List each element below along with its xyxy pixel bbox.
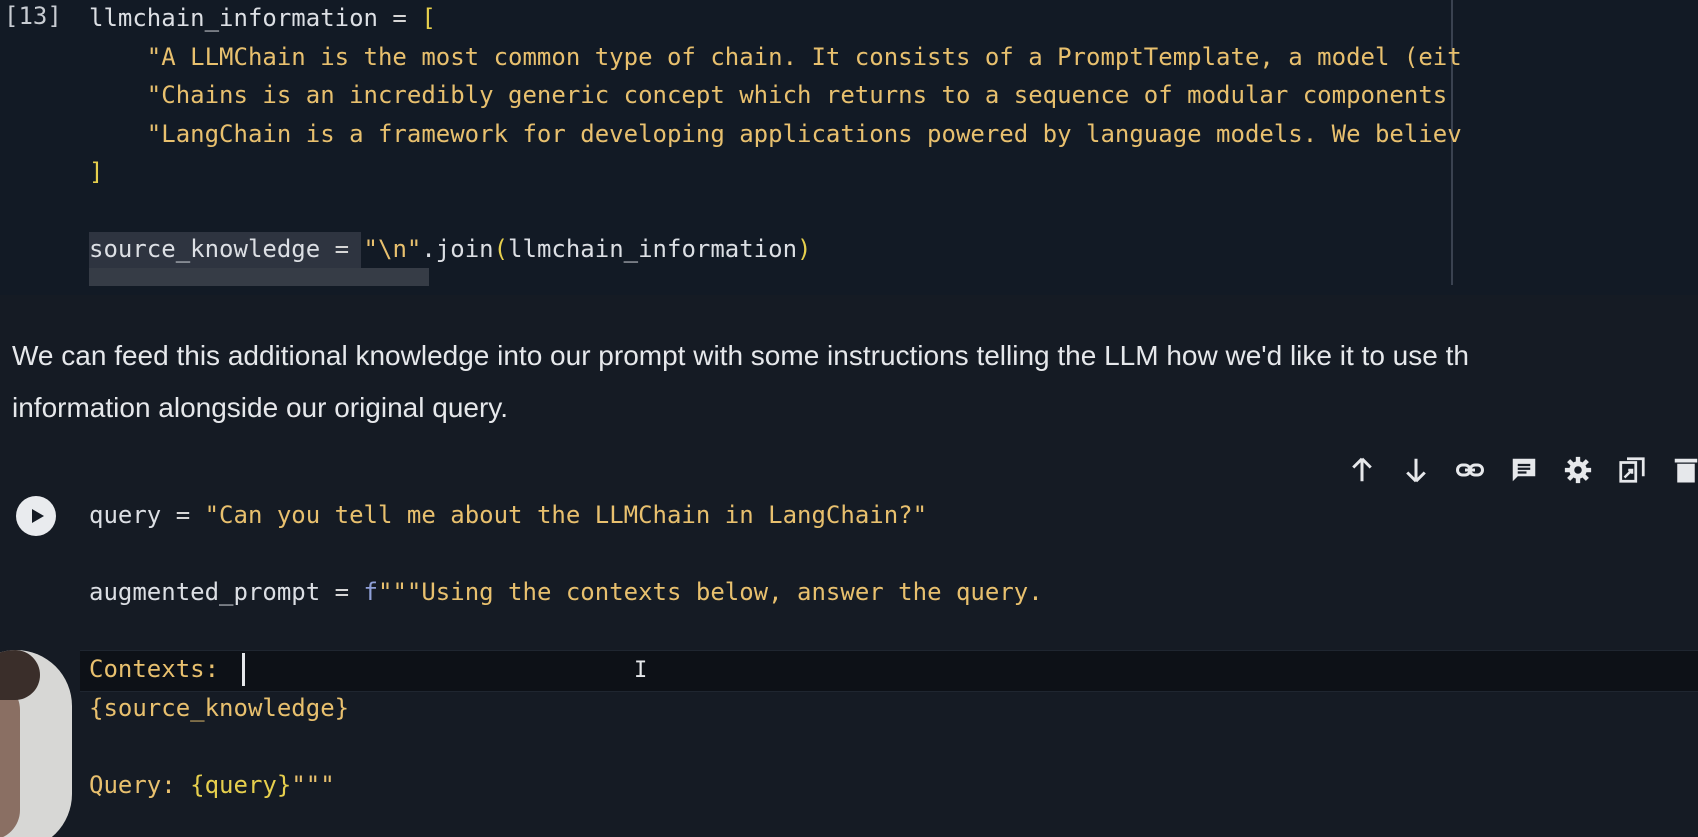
code-token: ]: [89, 158, 104, 186]
code-token: Query:: [89, 770, 191, 799]
delete-button[interactable]: [1669, 453, 1698, 487]
code-token: {source_knowledge}: [89, 693, 350, 722]
move-up-button[interactable]: [1345, 453, 1379, 487]
link-button[interactable]: [1453, 453, 1487, 487]
code-line[interactable]: augmented_prompt = f"""Using the context…: [89, 575, 1043, 609]
markdown-line-2: information alongside our original query…: [12, 392, 508, 423]
delete-icon: [1674, 458, 1698, 483]
code-token: "\n": [363, 235, 422, 263]
code-token: "LangChain is a framework for developing…: [89, 119, 1462, 148]
code-token: (: [493, 235, 509, 263]
code-token: =: [161, 501, 205, 529]
move-down-button[interactable]: [1399, 453, 1433, 487]
code-line[interactable]: {source_knowledge}: [89, 691, 349, 725]
code-token: query: [89, 501, 162, 529]
link-icon: [1456, 463, 1484, 477]
code-token: """Using the contexts below, answer the …: [378, 578, 1043, 606]
code-line[interactable]: llmchain_information = [: [89, 1, 436, 35]
markdown-cell: We can feed this additional knowledge in…: [12, 330, 1698, 434]
code-line[interactable]: Query: {query}""": [89, 768, 335, 802]
code-token: "Chains is an incredibly generic concept…: [89, 81, 1448, 109]
code-line[interactable]: "Chains is an incredibly generic concept…: [89, 78, 1447, 112]
active-line-highlight: [80, 650, 1698, 692]
code-line[interactable]: "LangChain is a framework for developing…: [89, 117, 1462, 151]
code-line[interactable]: "A LLMChain is the most common type of c…: [89, 40, 1462, 74]
code-token: """: [291, 770, 335, 799]
cell-toolbar: [1345, 450, 1698, 490]
presenter-avatar: [0, 650, 72, 837]
code-token: {query}: [190, 770, 292, 799]
code-line[interactable]: query = "Can you tell me about the LLMCh…: [89, 498, 927, 532]
code-token: =: [320, 235, 364, 263]
markdown-line-1: We can feed this additional knowledge in…: [12, 340, 1469, 371]
code-token: source_knowledge: [89, 235, 321, 263]
run-cell-button[interactable]: [16, 496, 56, 536]
code-token: Contexts:: [89, 655, 220, 683]
code-token: ): [797, 235, 812, 263]
mirror-cell-icon: [1619, 457, 1645, 483]
code-token: "A LLMChain is the most common type of c…: [89, 42, 1462, 71]
execution-count: [13]: [4, 2, 62, 30]
arrow-up-icon: [1352, 457, 1372, 482]
code-token: =: [377, 4, 422, 32]
text-cursor: [242, 653, 245, 686]
code-token: augmented_prompt: [89, 578, 321, 606]
presenter-hair: [0, 650, 40, 700]
presenter-face: [0, 680, 20, 837]
code-token: "Can you tell me about the LLMChain in L…: [204, 501, 928, 529]
code-line[interactable]: Contexts:: [89, 652, 219, 686]
settings-button[interactable]: [1561, 453, 1595, 487]
code-cell-top[interactable]: [13] llmchain_information = [ "A LLMChai…: [0, 0, 1698, 295]
hover-highlight-bar: [89, 268, 429, 286]
comment-icon: [1512, 458, 1536, 482]
code-token: [: [421, 4, 436, 32]
mouse-ibeam-cursor: I: [634, 658, 648, 683]
mirror-cell-button[interactable]: [1615, 453, 1649, 487]
code-token: =: [320, 578, 364, 606]
code-token: llmchain_information: [508, 235, 798, 263]
code-token: llmchain_information: [89, 4, 378, 32]
arrow-down-icon: [1406, 458, 1426, 483]
code-line[interactable]: ]: [89, 155, 103, 189]
gear-icon: [1564, 456, 1592, 484]
play-icon: [31, 509, 44, 523]
code-token: f: [363, 578, 378, 606]
code-line[interactable]: source_knowledge = "\n".join(llmchain_in…: [89, 232, 811, 266]
code-token: .join: [421, 235, 494, 263]
comment-button[interactable]: [1507, 453, 1541, 487]
